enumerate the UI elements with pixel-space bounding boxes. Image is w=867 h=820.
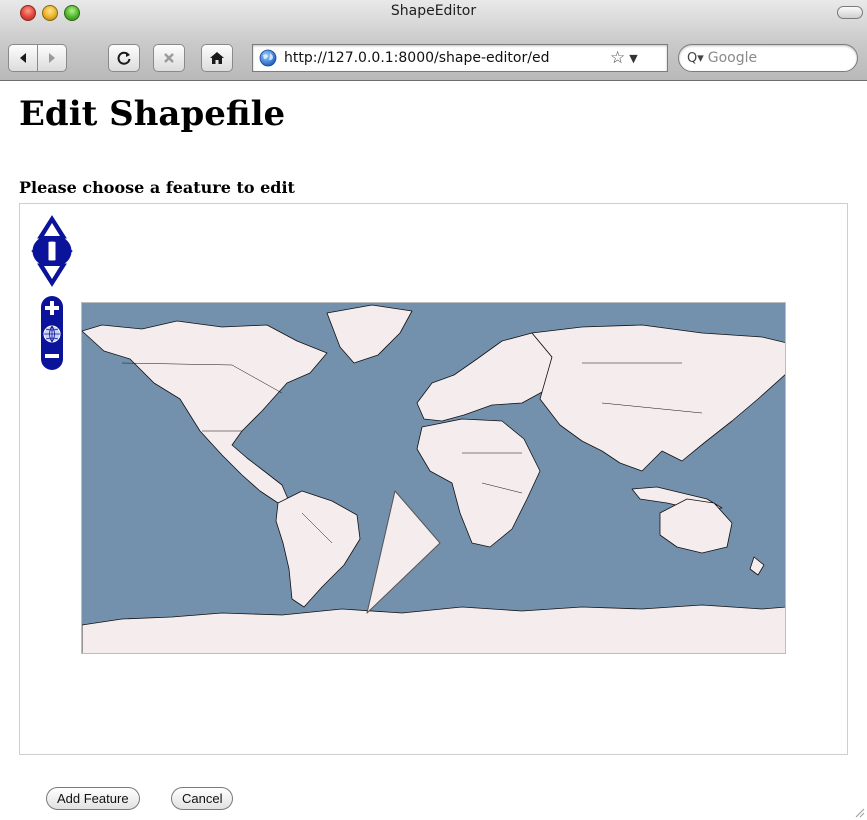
world-map-svg — [82, 303, 785, 653]
map-viewport[interactable] — [19, 203, 848, 755]
page-title: Edit Shapefile — [19, 94, 286, 134]
reload-icon — [117, 51, 131, 65]
url-dropdown-icon[interactable]: ▼ — [629, 52, 637, 65]
home-button[interactable] — [201, 44, 233, 72]
pan-control[interactable] — [30, 214, 74, 288]
subheading: Please choose a feature to edit — [19, 178, 295, 197]
zoom-out-icon — [45, 354, 59, 358]
resize-grip-icon[interactable] — [853, 806, 865, 818]
address-bar[interactable]: http://127.0.0.1:8000/shape-editor/ed ☆ … — [252, 44, 668, 72]
form-buttons: Add Feature Cancel — [0, 782, 867, 820]
zoom-world-icon — [43, 325, 61, 343]
browser-toolbar: ShapeEditor http://127.0.0.1:8000/shape-… — [0, 0, 867, 81]
toolbar-toggle-button[interactable] — [837, 6, 863, 19]
search-placeholder: Google — [707, 50, 758, 66]
window-title: ShapeEditor — [390, 3, 477, 19]
stop-icon — [164, 53, 174, 63]
forward-arrow-icon — [49, 53, 55, 63]
globe-icon — [259, 49, 277, 67]
back-button[interactable] — [8, 44, 38, 72]
browser-window: ShapeEditor http://127.0.0.1:8000/shape-… — [0, 0, 867, 820]
reload-button[interactable] — [108, 44, 140, 72]
stop-button[interactable] — [153, 44, 185, 72]
url-text: http://127.0.0.1:8000/shape-editor/ed — [284, 50, 550, 66]
forward-button[interactable] — [37, 44, 67, 72]
add-feature-button[interactable]: Add Feature — [46, 787, 140, 810]
back-arrow-icon — [20, 53, 26, 63]
page-content: Edit Shapefile Please choose a feature t… — [0, 82, 867, 820]
cancel-button[interactable]: Cancel — [171, 787, 234, 810]
bookmark-star-icon[interactable]: ☆ — [610, 49, 625, 67]
search-icon: Q▾ — [687, 50, 704, 66]
search-field[interactable]: Q▾ Google — [678, 44, 858, 72]
home-icon — [210, 52, 224, 64]
zoom-control[interactable] — [38, 296, 66, 372]
world-map[interactable] — [81, 302, 786, 654]
